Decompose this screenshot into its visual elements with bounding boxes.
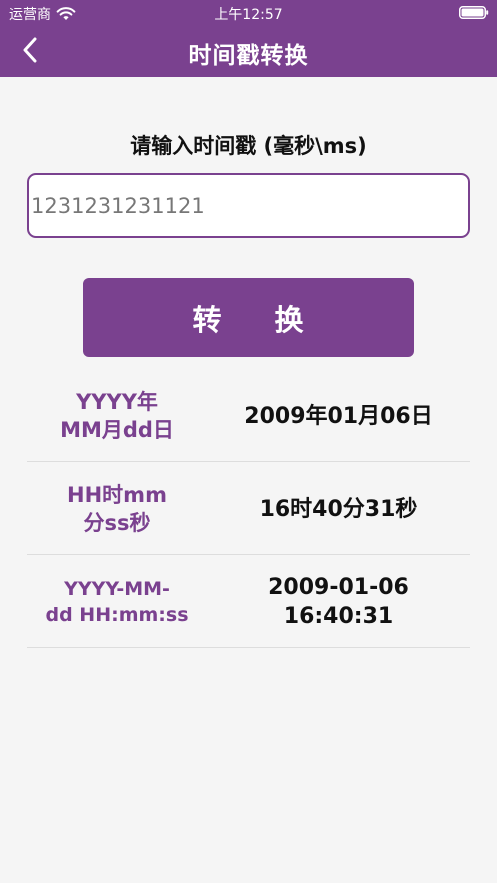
format-label-line: dd HH:mm:ss xyxy=(45,604,189,626)
result-value-line: 16:40:31 xyxy=(283,604,394,629)
result-row-date: YYYY年 MM月dd日 2009年01月06日 xyxy=(27,370,470,462)
status-bar: 运营商 上午12:57 xyxy=(0,0,497,24)
page-title: 时间戳转换 xyxy=(188,43,309,69)
result-row-time: HH时mm 分ss秒 16时40分31秒 xyxy=(27,463,470,555)
result-value-date: 2009年01月06日 xyxy=(207,370,470,462)
navigation-header: 运营商 上午12:57 时间戳转换 xyxy=(0,0,497,77)
format-label-line: YYYY年 xyxy=(76,390,158,414)
format-label-line: YYYY-MM- xyxy=(64,578,170,600)
result-value-line: 2009-01-06 xyxy=(268,575,409,600)
battery-icon xyxy=(459,6,489,19)
status-time: 上午12:57 xyxy=(214,7,283,23)
result-value-line: 16时40分31秒 xyxy=(259,496,418,522)
result-value-line: 2009年01月06日 xyxy=(244,403,433,429)
result-value-time: 16时40分31秒 xyxy=(207,463,470,555)
result-row-datetime: YYYY-MM- dd HH:mm:ss 2009-01-06 16:40:31 xyxy=(27,556,470,648)
result-value-datetime: 2009-01-06 16:40:31 xyxy=(207,556,470,648)
convert-button-label-2: 换 xyxy=(274,302,305,337)
convert-button-label-1: 转 xyxy=(192,302,223,337)
format-label-line: MM月dd日 xyxy=(60,418,174,442)
format-label-time: HH时mm 分ss秒 xyxy=(27,463,207,555)
convert-button[interactable]: 转换 xyxy=(83,278,414,357)
format-label-datetime: YYYY-MM- dd HH:mm:ss xyxy=(27,556,207,648)
timestamp-input[interactable] xyxy=(27,173,470,238)
format-label-line: 分ss秒 xyxy=(83,511,151,535)
timestamp-input-label: 请输入时间戳 (毫秒\ms) xyxy=(130,134,367,158)
format-label-date: YYYY年 MM月dd日 xyxy=(27,370,207,462)
format-label-line: HH时mm xyxy=(67,483,167,507)
